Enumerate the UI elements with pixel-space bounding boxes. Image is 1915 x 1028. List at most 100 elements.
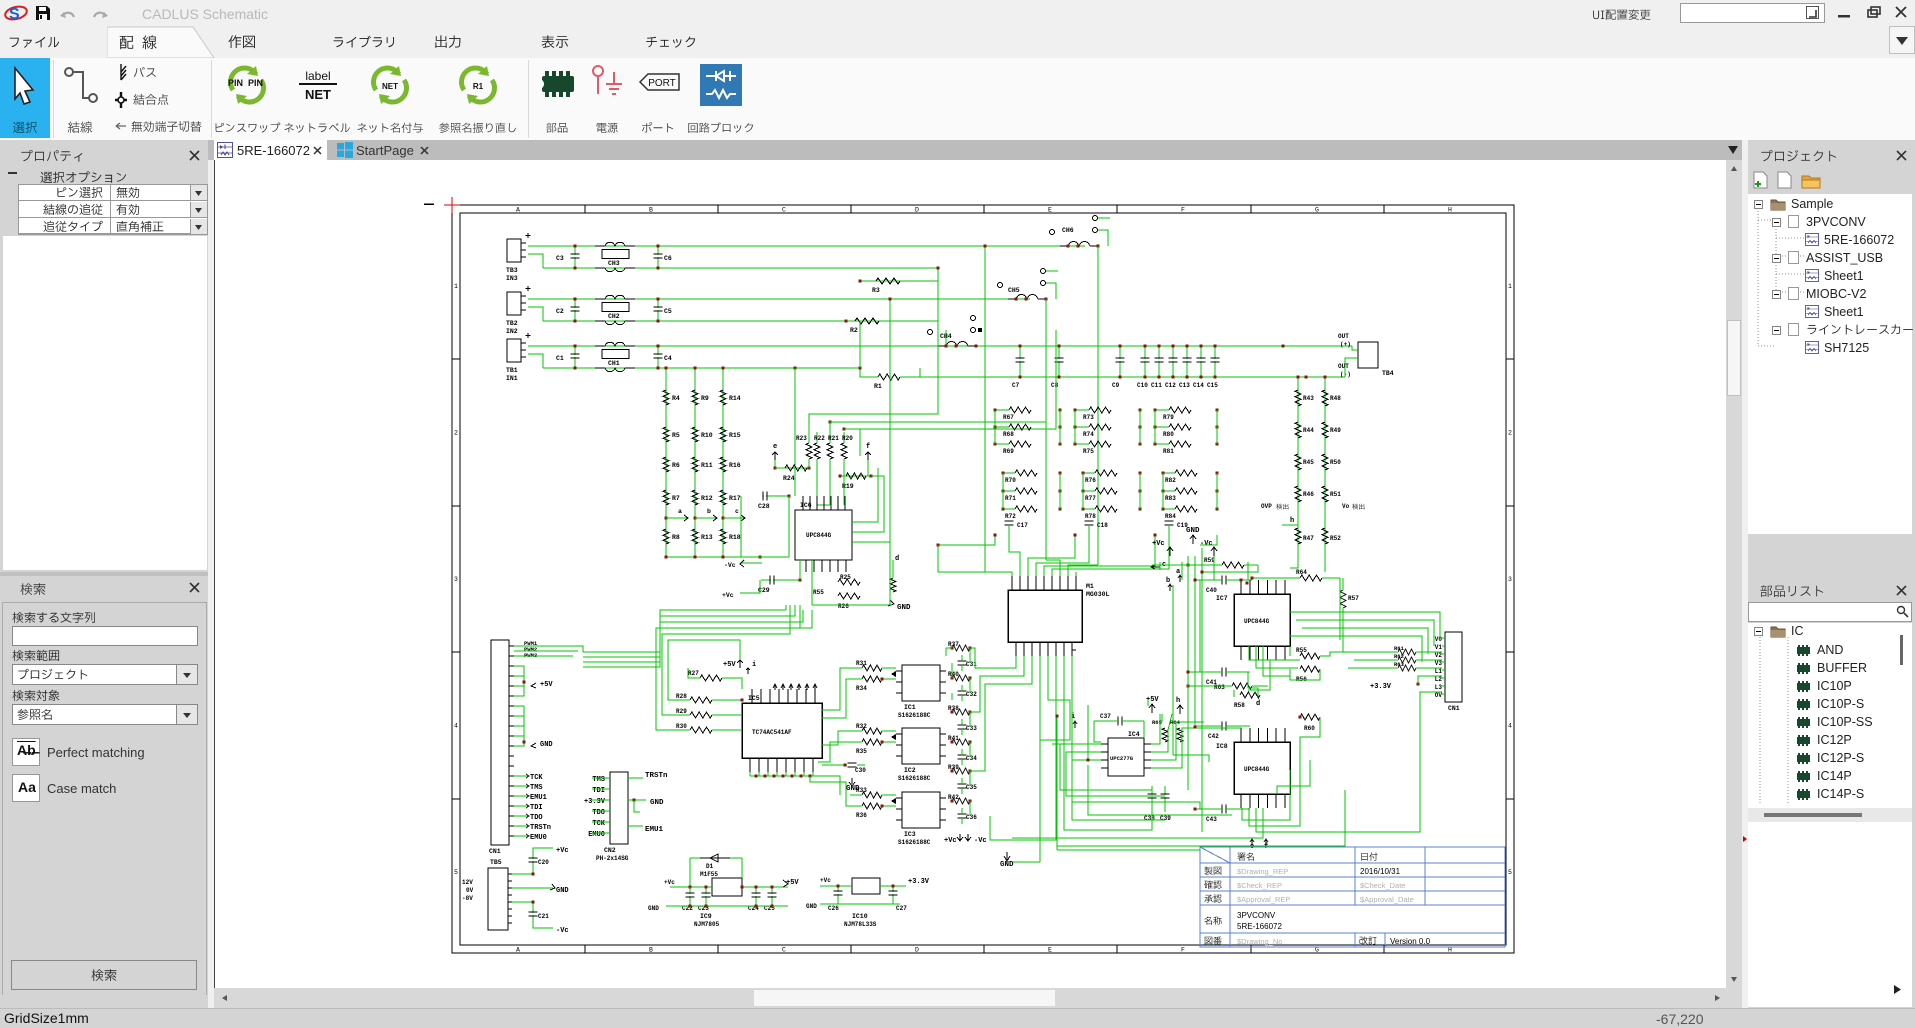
svg-text:TDI: TDI: [530, 804, 543, 812]
svg-text:UPC844G: UPC844G: [1244, 766, 1270, 773]
svg-text:NJM78L33S: NJM78L33S: [844, 921, 877, 928]
svg-text:R46: R46: [1303, 491, 1314, 498]
svg-text:5: 5: [454, 869, 458, 876]
svg-text:IC10: IC10: [852, 913, 868, 920]
svg-text:OVP: OVP: [1261, 503, 1272, 510]
svg-text:C11: C11: [1151, 382, 1162, 389]
svg-text:GND: GND: [540, 741, 553, 749]
svg-text:C12: C12: [1165, 382, 1176, 389]
svg-text:C30: C30: [855, 767, 866, 774]
svg-text:b: b: [1166, 577, 1170, 585]
svg-text:C1: C1: [556, 355, 564, 362]
svg-text:TRSTn: TRSTn: [645, 772, 668, 780]
svg-text:Version 0.0: Version 0.0: [1390, 937, 1431, 946]
svg-text:R83: R83: [1165, 495, 1176, 502]
svg-text:C: C: [782, 947, 786, 954]
svg-text:$Approval_REP: $Approval_REP: [1237, 895, 1290, 904]
svg-text:12V: 12V: [462, 879, 473, 886]
svg-text:CH6: CH6: [1062, 227, 1074, 234]
svg-text:C27: C27: [896, 905, 907, 912]
svg-text:IC3: IC3: [904, 831, 916, 838]
svg-text:G: G: [1315, 207, 1319, 214]
svg-text:+Vc: +Vc: [664, 879, 675, 886]
svg-text:R58: R58: [1234, 702, 1245, 709]
svg-text:R61: R61: [1394, 645, 1405, 652]
svg-text:A: A: [516, 947, 520, 954]
svg-text:C28: C28: [758, 503, 770, 510]
svg-text:CN1: CN1: [1448, 705, 1460, 712]
svg-text:R3: R3: [872, 287, 880, 294]
svg-text:C6: C6: [664, 255, 672, 262]
svg-text:$Drawing_No: $Drawing_No: [1237, 937, 1282, 946]
svg-text:EMU0: EMU0: [530, 834, 547, 842]
svg-text:C38: C38: [1144, 815, 1155, 822]
svg-text:TRSTn: TRSTn: [530, 824, 551, 832]
svg-text:V2: V2: [1435, 652, 1443, 659]
svg-text:-Vc: -Vc: [556, 927, 569, 935]
svg-text:R29: R29: [676, 708, 687, 715]
svg-text:GND: GND: [648, 905, 659, 912]
svg-text:$Drawing_REP: $Drawing_REP: [1237, 867, 1288, 876]
svg-text:+Vc: +Vc: [556, 847, 569, 855]
svg-text:R77: R77: [1085, 495, 1096, 502]
svg-text:IC8: IC8: [1216, 743, 1228, 750]
svg-text:IN1: IN1: [506, 375, 518, 382]
svg-text:3: 3: [1508, 576, 1512, 583]
svg-text:C20: C20: [538, 859, 549, 866]
svg-text:TMS: TMS: [592, 776, 605, 784]
svg-text:GND: GND: [806, 903, 817, 910]
svg-text:R79: R79: [1163, 414, 1174, 421]
svg-text:R33: R33: [856, 787, 867, 794]
svg-text:C13: C13: [1179, 382, 1190, 389]
svg-text:R16: R16: [729, 462, 741, 469]
svg-text:R8: R8: [672, 534, 680, 541]
svg-text:R60: R60: [1304, 725, 1315, 732]
svg-text:R65: R65: [1152, 719, 1163, 726]
svg-text:R34: R34: [856, 685, 867, 692]
svg-text:R73: R73: [1083, 414, 1094, 421]
svg-text:R26: R26: [838, 603, 849, 610]
svg-text:TCK: TCK: [592, 820, 605, 828]
svg-text:B: B: [649, 207, 653, 214]
svg-text:R81: R81: [1163, 448, 1174, 455]
svg-text:f: f: [866, 443, 870, 451]
svg-text:UPC844G: UPC844G: [1244, 618, 1270, 625]
svg-text:TB4: TB4: [1382, 370, 1394, 377]
svg-text:C36: C36: [966, 814, 977, 821]
svg-text:L1: L1: [1435, 668, 1443, 675]
svg-text:R27: R27: [688, 670, 699, 677]
svg-text:C3: C3: [556, 255, 564, 262]
svg-text:CH3: CH3: [608, 260, 620, 267]
svg-text:5RE-166072: 5RE-166072: [1237, 922, 1282, 931]
svg-text:R69: R69: [1003, 448, 1014, 455]
svg-text:C10: C10: [1137, 382, 1148, 389]
svg-text:S1626188C: S1626188C: [898, 712, 931, 719]
svg-text:2016/10/31: 2016/10/31: [1360, 867, 1401, 876]
svg-text:TDI: TDI: [592, 787, 605, 795]
svg-text:GND: GND: [650, 799, 664, 807]
svg-text:TCK: TCK: [530, 774, 543, 782]
svg-text:R1: R1: [874, 383, 882, 390]
svg-text:R30: R30: [676, 723, 687, 730]
svg-text:R38: R38: [948, 705, 959, 712]
svg-text:i: i: [752, 661, 756, 669]
svg-text:TC74AC541AF: TC74AC541AF: [752, 729, 792, 736]
svg-text:+3.3V: +3.3V: [908, 878, 930, 886]
svg-text:R2: R2: [850, 327, 858, 334]
svg-text:-8V: -8V: [462, 895, 473, 902]
svg-text:TB2: TB2: [506, 320, 518, 327]
svg-text:R82: R82: [1165, 477, 1176, 484]
svg-text:R45: R45: [1303, 459, 1314, 466]
svg-text:E: E: [1048, 947, 1052, 954]
svg-text:C21: C21: [538, 913, 549, 920]
svg-text:NJM7805: NJM7805: [694, 921, 720, 928]
svg-text:PH-2x14SG: PH-2x14SG: [596, 855, 629, 862]
svg-text:+Vc: +Vc: [820, 877, 831, 884]
svg-text:S: S: [9, 6, 20, 23]
svg-text:1: 1: [1508, 283, 1512, 290]
svg-text:TDO: TDO: [530, 814, 543, 822]
svg-text:H: H: [1448, 947, 1452, 954]
svg-text:R23: R23: [796, 435, 807, 442]
svg-text:D: D: [915, 947, 919, 954]
svg-text:EMU1: EMU1: [645, 826, 664, 834]
